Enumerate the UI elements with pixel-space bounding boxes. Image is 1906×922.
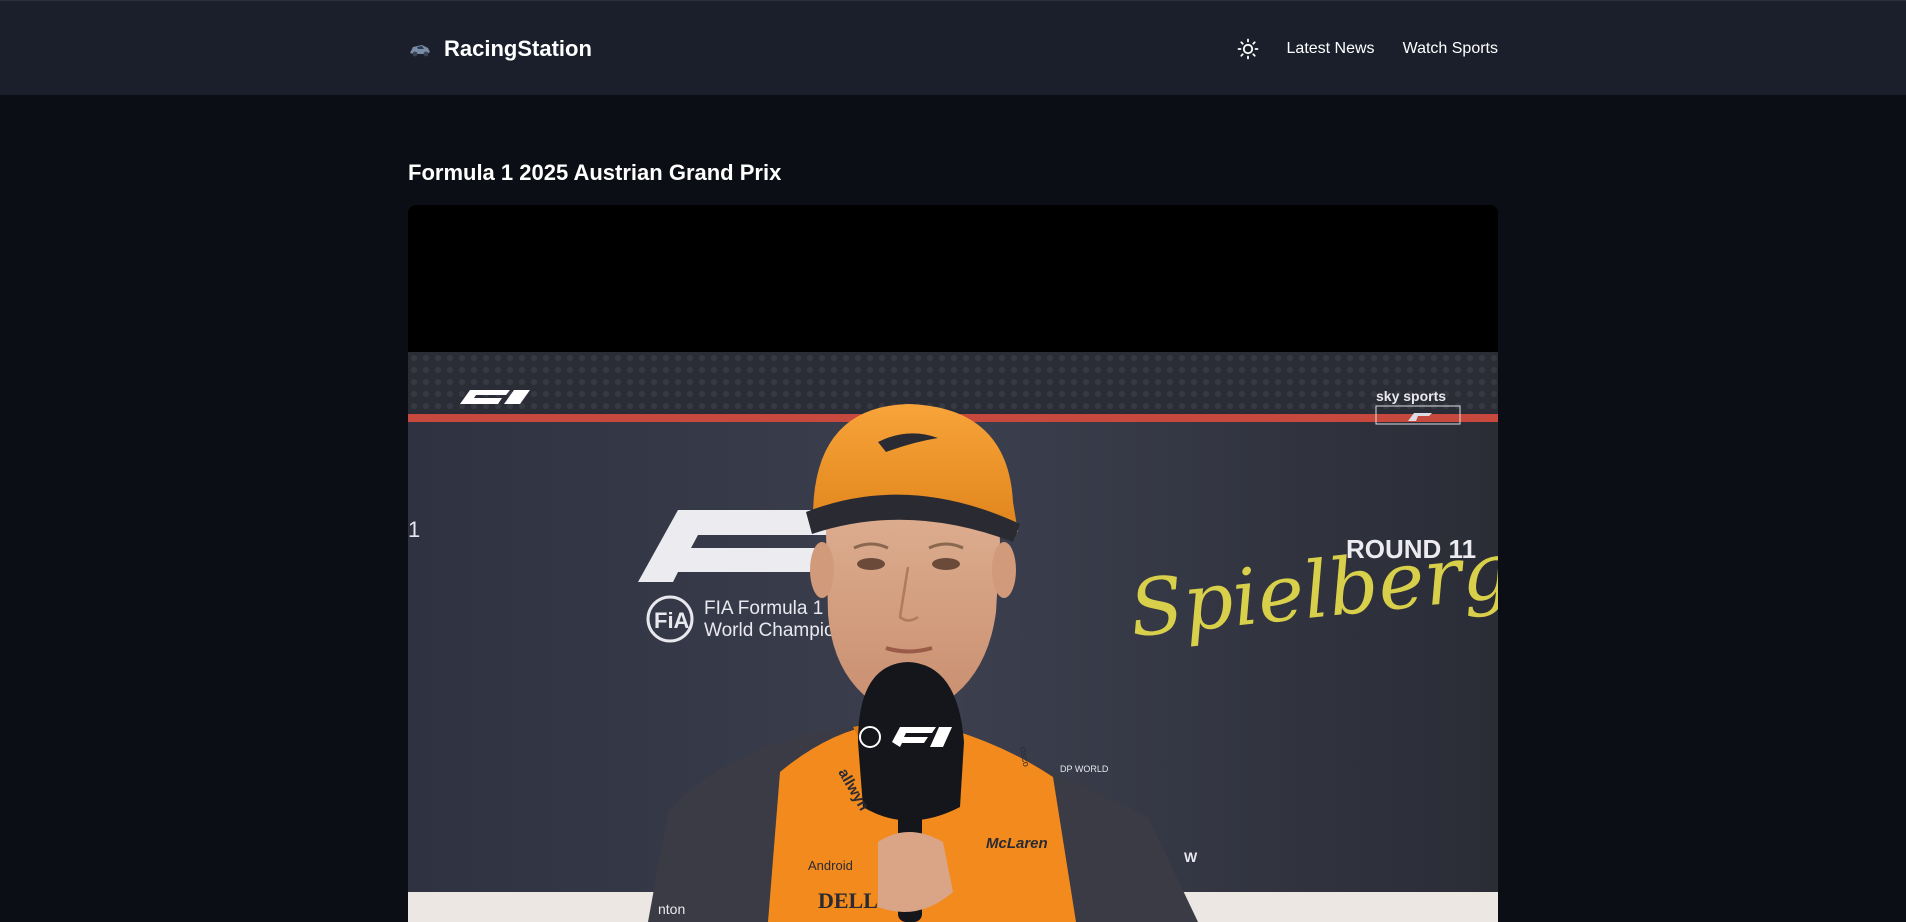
brand[interactable]: RacingStation bbox=[408, 36, 592, 62]
nav-latest-news[interactable]: Latest News bbox=[1287, 40, 1375, 58]
svg-text:FIA Formula 1: FIA Formula 1 bbox=[704, 598, 823, 619]
svg-text:1: 1 bbox=[408, 517, 420, 542]
svg-text:DP WORLD: DP WORLD bbox=[1060, 764, 1109, 774]
nav-watch-sports[interactable]: Watch Sports bbox=[1403, 40, 1498, 58]
svg-text:sky sports: sky sports bbox=[1376, 388, 1446, 404]
svg-text:World Champion: World Champion bbox=[704, 620, 845, 641]
sun-icon[interactable] bbox=[1237, 38, 1259, 60]
page-title: Formula 1 2025 Austrian Grand Prix bbox=[408, 160, 782, 185]
svg-text:nton: nton bbox=[658, 901, 685, 917]
main-nav: Latest News Watch Sports bbox=[1237, 38, 1498, 60]
site-header: RacingStation Latest News Watch Sports bbox=[0, 0, 1906, 95]
svg-text:Android: Android bbox=[808, 858, 853, 873]
svg-text:FiA: FiA bbox=[654, 608, 690, 633]
svg-text:McLaren: McLaren bbox=[986, 835, 1048, 852]
brand-logo-icon[interactable] bbox=[408, 39, 432, 59]
brand-name[interactable]: RacingStation bbox=[444, 36, 592, 62]
svg-text:W: W bbox=[1184, 849, 1198, 865]
svg-text:DELL: DELL bbox=[818, 888, 878, 913]
header-inner: RacingStation Latest News Watch Sports bbox=[408, 1, 1498, 96]
video-frame[interactable]: sky sports 1 FiA FIA Formula 1 World Cha… bbox=[408, 352, 1498, 922]
video-still: sky sports 1 FiA FIA Formula 1 World Cha… bbox=[408, 352, 1498, 922]
video-player[interactable]: sky sports 1 FiA FIA Formula 1 World Cha… bbox=[408, 205, 1498, 922]
